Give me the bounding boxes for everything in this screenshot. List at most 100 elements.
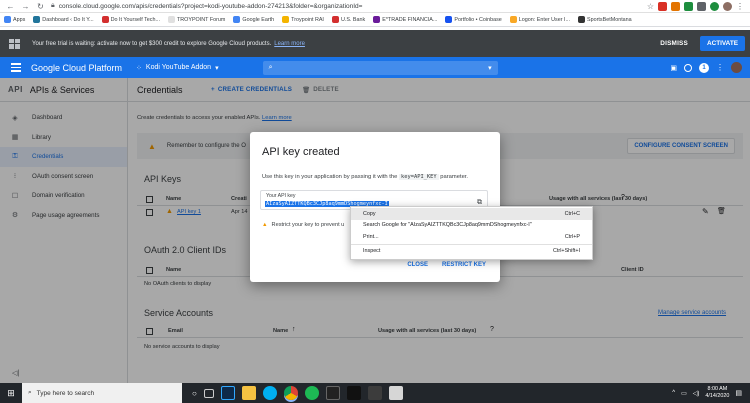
task-view-icon[interactable] [203,388,214,398]
project-selector[interactable]: ⁘ Kodi YouTube Addon ▾ [136,64,219,72]
menu-item-inspect[interactable]: Inspect Ctrl+Shift+I [351,246,592,258]
lock-icon: 🔒︎ [51,2,55,9]
bookmark-label: Apps [13,16,26,23]
bookmark-favicon-icon [445,16,453,23]
dismiss-button[interactable]: DISMISS [660,40,688,47]
bookmark-item[interactable]: Apps [4,16,25,23]
bookmark-item[interactable]: Logon: Enter User I... [509,16,570,23]
spotify-icon[interactable] [304,386,319,400]
back-icon[interactable]: ← [6,2,15,11]
hamburger-menu-icon[interactable] [11,61,21,73]
project-name: Kodi YouTube Addon [145,64,212,71]
browser-url-bar: ← → ↻ 🔒︎ console.cloud.google.com/apis/c… [0,0,750,13]
skype-icon[interactable] [262,386,277,400]
chevron-down-icon: ▾ [215,64,219,72]
bookmark-label: E*TRADE FINANCIA... [382,16,438,23]
bookmark-item[interactable]: Google Earth [233,16,274,23]
app-icon[interactable] [367,386,382,400]
photoshop-icon[interactable] [220,386,235,400]
tray-chevron-icon[interactable]: ^ [672,390,675,396]
network-icon[interactable]: ▭ [681,390,687,397]
search-icon: ⌕ [28,389,32,396]
brand-title: Google Cloud Platform [31,62,123,73]
bookmark-item[interactable]: Do It Yourself Tech... [101,16,160,23]
menu-item-shortcut: Ctrl+Shift+I [553,248,580,255]
extension-icon[interactable] [697,1,706,11]
bookmark-item[interactable]: U.S. Bank [331,16,365,23]
bookmark-favicon-icon [101,16,109,23]
bookmark-item[interactable]: Dashboard ‹ Do It Y... [33,16,94,23]
desc-text: Use this key in your application by pass… [262,174,398,180]
bookmark-label: Do It Yourself Tech... [110,16,160,23]
restrict-key-button[interactable]: RESTRICT KEY [442,262,486,268]
project-icon: ⁘ [136,64,142,72]
star-icon[interactable]: ☆ [647,2,654,11]
bookmark-label: Troypoint RAI [291,16,324,23]
restrict-warning: ▲ Restrict your key to prevent u [262,222,344,228]
menu-item-label: Print... [363,233,379,240]
windows-start-icon[interactable]: ⊞ [0,388,22,399]
bookmark-label: Portfolio • Coinbase [454,16,502,23]
clock-date: 4/14/2020 [705,393,730,399]
cortana-icon[interactable]: ○ [192,389,197,398]
bookmark-favicon-icon [509,16,517,23]
app-icon[interactable] [388,386,403,400]
bookmark-favicon-icon [33,16,41,23]
notifications-icon[interactable]: ▤ [735,389,742,397]
bookmark-label: Google Earth [242,16,275,23]
dialog-description: Use this key in your application by pass… [262,174,468,180]
volume-icon[interactable]: ◁) [693,390,700,397]
bookmark-item[interactable]: SportsBetMontana [578,16,632,23]
kebab-menu-icon[interactable]: ⋮ [736,2,744,11]
chrome-icon[interactable] [283,386,298,400]
api-key-label: Your API key [266,193,296,199]
cloud-shell-icon[interactable]: ▣ [670,64,677,72]
menu-item-search-google[interactable]: Search Google for "AIzaSyAIZTTKQBc3CJp8a… [351,220,592,232]
reload-icon[interactable]: ↻ [36,2,45,11]
close-button[interactable]: CLOSE [407,262,428,268]
chevron-down-icon: ▾ [488,64,492,72]
bookmark-item[interactable]: TROYPOINT Forum [167,16,226,23]
trial-learn-more-link[interactable]: Learn more [274,41,305,47]
search-bar[interactable]: ⌕ ▾ [262,60,498,75]
activate-button[interactable]: ACTIVATE [699,36,745,51]
app-icon[interactable] [325,386,340,400]
menu-item-print[interactable]: Print... Ctrl+P [351,231,592,243]
bookmark-favicon-icon [373,16,381,23]
notification-badge[interactable]: 1 [699,62,709,73]
bookmark-item[interactable]: Troypoint RAI [282,16,324,23]
gcp-header: Google Cloud Platform ⁘ Kodi YouTube Add… [0,57,750,78]
bookmark-favicon-icon [167,16,175,23]
bookmark-label: Dashboard ‹ Do It Y... [42,16,94,23]
extension-icon[interactable] [658,1,667,11]
dialog-title: API key created [262,146,340,158]
bookmark-label: SportsBetMontana [587,16,632,23]
clock[interactable]: 8:00 AM 4/14/2020 [705,386,729,400]
menu-item-shortcut: Ctrl+P [564,233,580,240]
windows-taskbar: ⊞ ⌕ Type here to search ○ ^ ▭ ◁) 8:00 AM… [0,383,750,403]
menu-item-copy[interactable]: Copy Ctrl+C [351,208,592,220]
bookmark-label: TROYPOINT Forum [176,16,226,23]
extension-icon[interactable] [671,1,680,11]
menu-separator [351,243,592,245]
restrict-text: Restrict your key to prevent u [271,222,345,228]
bookmark-item[interactable]: E*TRADE FINANCIA... [373,16,437,23]
taskbar-search[interactable]: ⌕ Type here to search [22,383,182,403]
account-avatar[interactable] [731,62,742,73]
bookmark-item[interactable]: Portfolio • Coinbase [445,16,502,23]
desc-code: key=API_KEY [398,174,439,180]
address-field[interactable]: console.cloud.google.com/apis/credential… [59,3,363,10]
forward-icon[interactable]: → [21,2,30,11]
file-explorer-icon[interactable] [241,386,256,400]
extension-icon[interactable] [684,1,693,11]
help-icon[interactable] [684,63,692,72]
kebab-menu-icon[interactable]: ⋮ [716,63,724,72]
context-menu: Copy Ctrl+C Search Google for "AIzaSyAIZ… [350,206,593,260]
taskbar-search-placeholder: Type here to search [36,389,95,397]
warning-icon: ▲ [262,222,268,228]
app-icon[interactable] [346,386,361,400]
avatar[interactable] [723,1,732,11]
gift-icon [9,38,20,49]
extension-icon[interactable] [710,1,719,11]
bookmarks-bar: Apps Dashboard ‹ Do It Y... Do It Yourself… [0,13,750,27]
